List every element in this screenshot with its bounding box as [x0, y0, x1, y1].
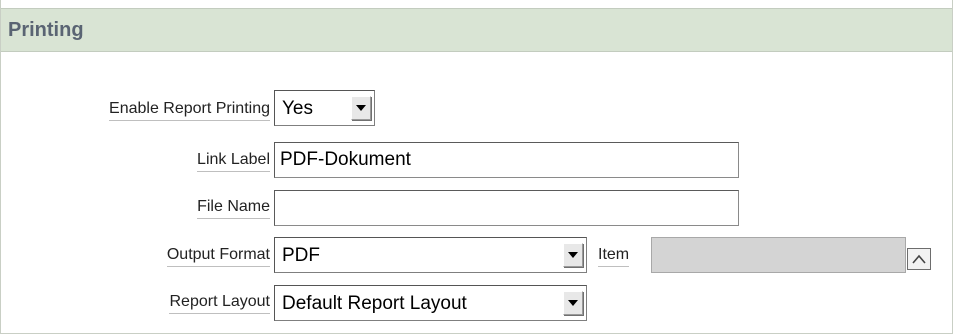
item-label: Item: [598, 245, 630, 267]
enable-report-printing-value: Yes: [282, 98, 313, 119]
enable-report-printing-label: Enable Report Printing: [109, 99, 270, 121]
printing-region: Printing Enable Report Printing Yes Link…: [0, 0, 953, 334]
chevron-down-icon[interactable]: [351, 96, 371, 120]
output-format-select[interactable]: PDF: [274, 237, 587, 273]
output-format-label: Output Format: [166, 245, 270, 267]
chevron-down-icon[interactable]: [563, 243, 583, 267]
item-input: [651, 237, 906, 273]
chevron-up-icon: [912, 254, 926, 264]
output-format-value: PDF: [282, 245, 320, 266]
report-layout-select[interactable]: Default Report Layout: [274, 285, 587, 321]
report-layout-label: Report Layout: [169, 292, 270, 314]
enable-report-printing-select[interactable]: Yes: [274, 90, 375, 126]
file-name-label: File Name: [197, 197, 270, 219]
chevron-down-icon[interactable]: [563, 291, 583, 315]
item-popup-button[interactable]: [907, 248, 931, 270]
report-layout-value: Default Report Layout: [282, 293, 467, 314]
region-header: Printing: [1, 8, 952, 52]
link-label-label: Link Label: [197, 150, 270, 172]
region-title: Printing: [8, 19, 84, 41]
link-label-input[interactable]: [274, 142, 739, 178]
file-name-input[interactable]: [274, 190, 739, 226]
